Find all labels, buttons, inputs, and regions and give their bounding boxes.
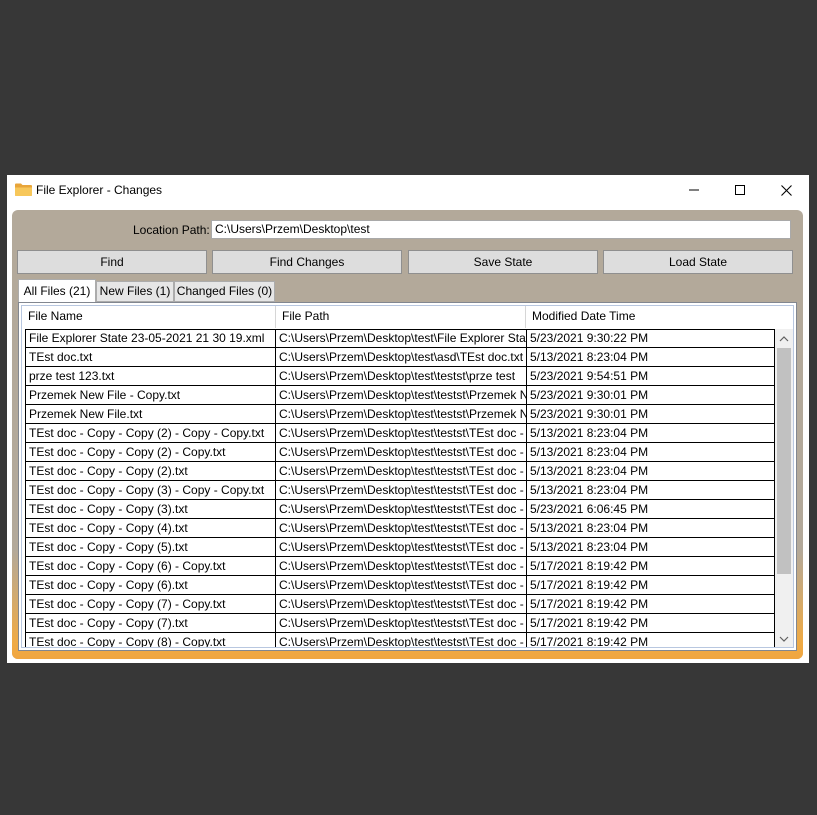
- modified-date-cell[interactable]: 5/13/2021 8:23:04 PM: [526, 348, 775, 367]
- table-row[interactable]: Przemek New File.txt C:\Users\Przem\Deskt…: [25, 405, 775, 424]
- modified-date-cell[interactable]: 5/17/2021 8:19:42 PM: [526, 576, 775, 595]
- app-window: File Explorer - Changes Location Path: C…: [7, 175, 809, 663]
- file-path-cell[interactable]: C:\Users\Przem\Desktop\test\testst\prze …: [275, 367, 526, 386]
- file-name-cell[interactable]: TEst doc - Copy - Copy (3).txt: [25, 500, 275, 519]
- table-row[interactable]: TEst doc - Copy - Copy (7).txt C:\Users\P…: [25, 614, 775, 633]
- table-row[interactable]: File Explorer State 23-05-2021 21 30 19.…: [25, 329, 775, 348]
- file-path-cell[interactable]: C:\Users\Przem\Desktop\test\testst\TEst …: [275, 519, 526, 538]
- file-name-cell[interactable]: TEst doc - Copy - Copy (8) - Copy.txt: [25, 633, 275, 647]
- main-panel: Location Path: C:\Users\Przem\Desktop\te…: [12, 210, 803, 659]
- title-bar[interactable]: File Explorer - Changes: [7, 175, 809, 205]
- table-row[interactable]: TEst doc - Copy - Copy (8) - Copy.txt C:\…: [25, 633, 775, 647]
- file-name-cell[interactable]: TEst doc - Copy - Copy (7) - Copy.txt: [25, 595, 275, 614]
- maximize-button[interactable]: [717, 175, 763, 205]
- modified-date-cell[interactable]: 5/23/2021 9:30:22 PM: [526, 329, 775, 348]
- file-path-cell[interactable]: C:\Users\Przem\Desktop\test\testst\TEst …: [275, 538, 526, 557]
- table-row[interactable]: TEst doc - Copy - Copy (4).txt C:\Users\P…: [25, 519, 775, 538]
- close-button[interactable]: [763, 175, 809, 205]
- table-row[interactable]: TEst doc.txt C:\Users\Przem\Desktop\test\…: [25, 348, 775, 367]
- modified-date-cell[interactable]: 5/23/2021 9:30:01 PM: [526, 386, 775, 405]
- modified-date-cell[interactable]: 5/13/2021 8:23:04 PM: [526, 424, 775, 443]
- file-name-cell[interactable]: TEst doc - Copy - Copy (7).txt: [25, 614, 275, 633]
- vertical-scrollbar[interactable]: [775, 329, 793, 647]
- table-row[interactable]: TEst doc - Copy - Copy (2) - Copy - Copy…: [25, 424, 775, 443]
- file-path-cell[interactable]: C:\Users\Przem\Desktop\test\testst\TEst …: [275, 557, 526, 576]
- file-name-cell[interactable]: Przemek New File - Copy.txt: [25, 386, 275, 405]
- file-path-cell[interactable]: C:\Users\Przem\Desktop\test\testst\TEst …: [275, 614, 526, 633]
- modified-date-cell[interactable]: 5/13/2021 8:23:04 PM: [526, 462, 775, 481]
- grid-header: File Name File Path Modified Date Time: [22, 306, 775, 328]
- table-row[interactable]: TEst doc - Copy - Copy (3).txt C:\Users\P…: [25, 500, 775, 519]
- column-header-modified-date[interactable]: Modified Date Time: [526, 306, 775, 328]
- file-path-cell[interactable]: C:\Users\Przem\Desktop\test\testst\TEst …: [275, 633, 526, 647]
- file-name-cell[interactable]: TEst doc - Copy - Copy (4).txt: [25, 519, 275, 538]
- modified-date-cell[interactable]: 5/13/2021 8:23:04 PM: [526, 519, 775, 538]
- modified-date-cell[interactable]: 5/13/2021 8:23:04 PM: [526, 538, 775, 557]
- tab-changed-files[interactable]: Changed Files (0): [174, 281, 275, 302]
- files-grid: File Name File Path Modified Date Time F…: [18, 302, 797, 651]
- find-button[interactable]: Find: [17, 250, 207, 274]
- tab-all-files[interactable]: All Files (21): [18, 279, 96, 303]
- maximize-icon: [735, 185, 745, 195]
- file-name-cell[interactable]: TEst doc.txt: [25, 348, 275, 367]
- file-path-cell[interactable]: C:\Users\Przem\Desktop\test\asd\TEst doc…: [275, 348, 526, 367]
- file-path-cell[interactable]: C:\Users\Przem\Desktop\test\testst\TEst …: [275, 462, 526, 481]
- file-name-cell[interactable]: TEst doc - Copy - Copy (6).txt: [25, 576, 275, 595]
- table-row[interactable]: TEst doc - Copy - Copy (2) - Copy.txt C:\…: [25, 443, 775, 462]
- minimize-icon: [689, 189, 699, 191]
- file-name-cell[interactable]: TEst doc - Copy - Copy (2) - Copy - Copy…: [25, 424, 275, 443]
- table-row[interactable]: Przemek New File - Copy.txt C:\Users\Prze…: [25, 386, 775, 405]
- modified-date-cell[interactable]: 5/23/2021 6:06:45 PM: [526, 500, 775, 519]
- load-state-button[interactable]: Load State: [603, 250, 793, 274]
- modified-date-cell[interactable]: 5/17/2021 8:19:42 PM: [526, 557, 775, 576]
- file-name-cell[interactable]: TEst doc - Copy - Copy (2).txt: [25, 462, 275, 481]
- file-path-cell[interactable]: C:\Users\Przem\Desktop\test\testst\TEst …: [275, 595, 526, 614]
- file-name-cell[interactable]: File Explorer State 23-05-2021 21 30 19.…: [25, 329, 275, 348]
- save-state-button[interactable]: Save State: [408, 250, 598, 274]
- modified-date-cell[interactable]: 5/23/2021 9:30:01 PM: [526, 405, 775, 424]
- minimize-button[interactable]: [671, 175, 717, 205]
- chevron-down-icon[interactable]: [779, 634, 789, 644]
- table-row[interactable]: TEst doc - Copy - Copy (5).txt C:\Users\P…: [25, 538, 775, 557]
- file-name-cell[interactable]: TEst doc - Copy - Copy (5).txt: [25, 538, 275, 557]
- modified-date-cell[interactable]: 5/23/2021 9:54:51 PM: [526, 367, 775, 386]
- table-row[interactable]: TEst doc - Copy - Copy (6).txt C:\Users\P…: [25, 576, 775, 595]
- file-path-cell[interactable]: C:\Users\Przem\Desktop\test\testst\Przem…: [275, 405, 526, 424]
- file-path-cell[interactable]: C:\Users\Przem\Desktop\test\testst\TEst …: [275, 500, 526, 519]
- file-path-cell[interactable]: C:\Users\Przem\Desktop\test\testst\TEst …: [275, 443, 526, 462]
- find-changes-button[interactable]: Find Changes: [212, 250, 402, 274]
- file-name-cell[interactable]: TEst doc - Copy - Copy (6) - Copy.txt: [25, 557, 275, 576]
- file-path-cell[interactable]: C:\Users\Przem\Desktop\test\File Explore…: [275, 329, 526, 348]
- close-icon: [780, 184, 792, 196]
- scrollbar-thumb[interactable]: [777, 348, 791, 574]
- table-row[interactable]: TEst doc - Copy - Copy (3) - Copy - Copy…: [25, 481, 775, 500]
- file-name-cell[interactable]: Przemek New File.txt: [25, 405, 275, 424]
- column-header-file-name[interactable]: File Name: [22, 306, 276, 328]
- table-row[interactable]: prze test 123.txt C:\Users\Przem\Desktop\…: [25, 367, 775, 386]
- modified-date-cell[interactable]: 5/13/2021 8:23:04 PM: [526, 481, 775, 500]
- modified-date-cell[interactable]: 5/17/2021 8:19:42 PM: [526, 633, 775, 647]
- table-row[interactable]: TEst doc - Copy - Copy (6) - Copy.txt C:\…: [25, 557, 775, 576]
- folder-icon: [15, 183, 32, 196]
- file-path-cell[interactable]: C:\Users\Przem\Desktop\test\testst\TEst …: [275, 576, 526, 595]
- column-header-file-path[interactable]: File Path: [276, 306, 526, 328]
- tab-new-files[interactable]: New Files (1): [96, 281, 174, 302]
- file-name-cell[interactable]: TEst doc - Copy - Copy (2) - Copy.txt: [25, 443, 275, 462]
- modified-date-cell[interactable]: 5/17/2021 8:19:42 PM: [526, 595, 775, 614]
- table-row[interactable]: TEst doc - Copy - Copy (2).txt C:\Users\P…: [25, 462, 775, 481]
- chevron-up-icon[interactable]: [779, 334, 789, 344]
- location-path-label: Location Path:: [133, 223, 210, 237]
- window-title: File Explorer - Changes: [36, 183, 163, 197]
- location-path-input[interactable]: C:\Users\Przem\Desktop\test: [211, 220, 791, 239]
- file-name-cell[interactable]: prze test 123.txt: [25, 367, 275, 386]
- file-path-cell[interactable]: C:\Users\Przem\Desktop\test\testst\TEst …: [275, 424, 526, 443]
- modified-date-cell[interactable]: 5/13/2021 8:23:04 PM: [526, 443, 775, 462]
- modified-date-cell[interactable]: 5/17/2021 8:19:42 PM: [526, 614, 775, 633]
- file-path-cell[interactable]: C:\Users\Przem\Desktop\test\testst\Przem…: [275, 386, 526, 405]
- file-path-cell[interactable]: C:\Users\Przem\Desktop\test\testst\TEst …: [275, 481, 526, 500]
- file-name-cell[interactable]: TEst doc - Copy - Copy (3) - Copy - Copy…: [25, 481, 275, 500]
- table-row[interactable]: TEst doc - Copy - Copy (7) - Copy.txt C:\…: [25, 595, 775, 614]
